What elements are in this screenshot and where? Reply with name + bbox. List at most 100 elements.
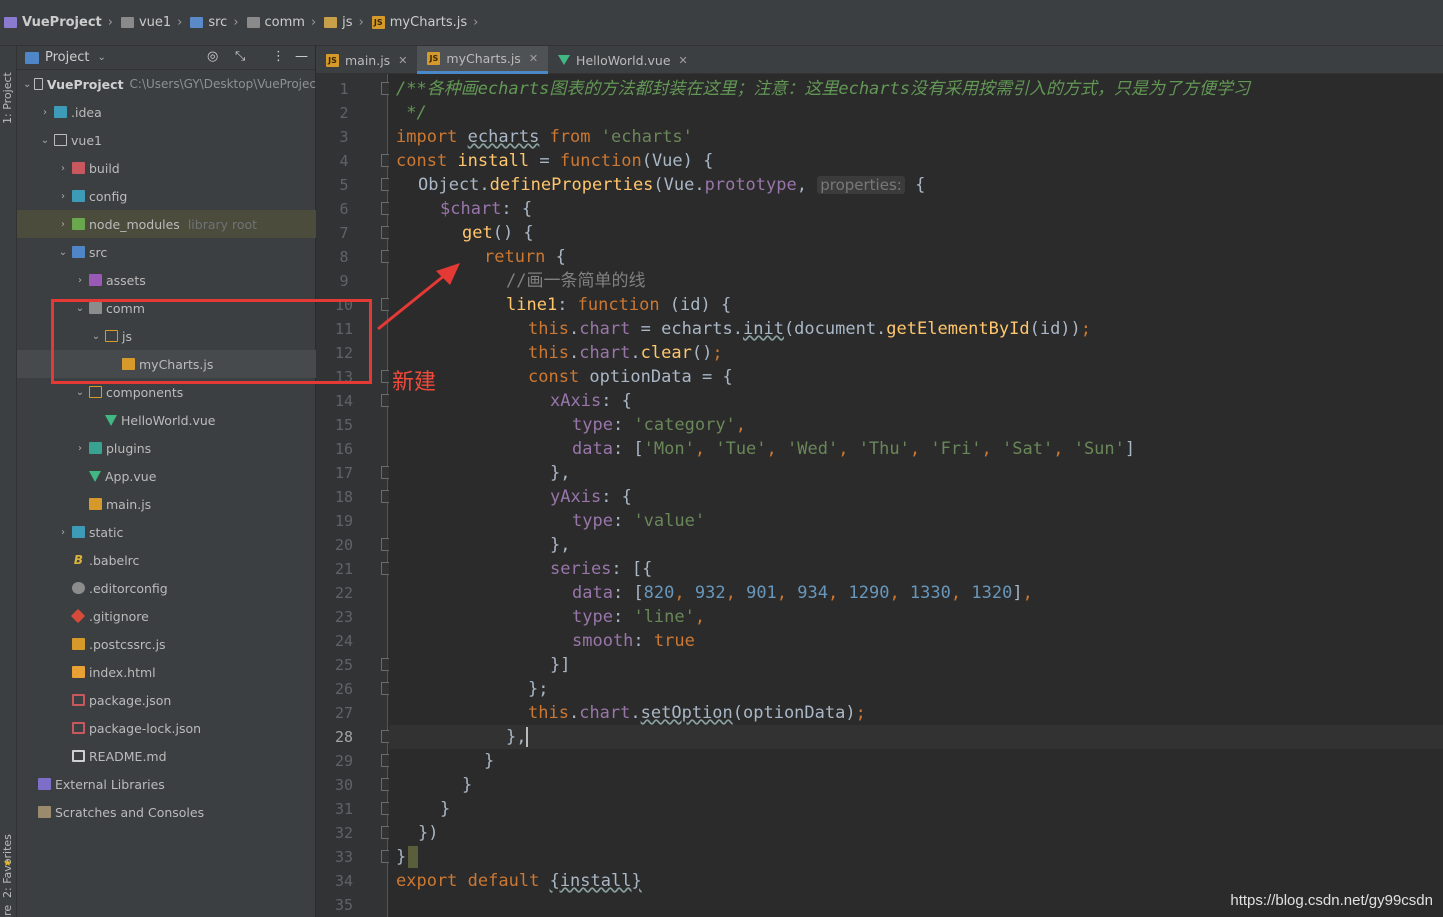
vue-file-icon [105, 414, 117, 426]
code-line-32: }) [418, 823, 439, 843]
hide-panel-icon[interactable]: — [295, 49, 308, 64]
chevron-down-icon[interactable]: ⌄ [97, 52, 105, 63]
line-number: 6 [339, 200, 349, 218]
project-view-icon [25, 51, 39, 64]
line-number: 3 [339, 128, 349, 146]
line-number: 1 [339, 80, 349, 98]
code-line-5: Object.defineProperties(Vue.prototype, p… [418, 175, 926, 195]
tab-helloworld-vue[interactable]: HelloWorld.vue ✕ [548, 46, 698, 74]
tree-item-build[interactable]: › build [17, 154, 316, 182]
tree-item-editorconfig[interactable]: .editorconfig [17, 574, 316, 602]
close-icon[interactable]: ✕ [679, 54, 688, 67]
tree-item-assets[interactable]: › assets [17, 266, 316, 294]
js-file-icon [89, 498, 102, 510]
tree-item-gitignore[interactable]: .gitignore [17, 602, 316, 630]
code-line-33: } [396, 845, 419, 869]
close-icon[interactable]: ✕ [529, 52, 538, 65]
chevron-right-icon: › [473, 15, 479, 30]
code-line-23: type: 'line', [572, 607, 706, 627]
options-menu-icon[interactable]: ⋮ [272, 49, 285, 64]
source-folder-icon [190, 17, 204, 28]
breadcrumb-file[interactable]: JS myCharts.js [371, 15, 467, 30]
folder-icon [72, 162, 85, 174]
star-icon: ★ [3, 858, 12, 869]
tree-item-package-json[interactable]: package.json [17, 686, 316, 714]
tree-item-app-vue[interactable]: App.vue [17, 462, 316, 490]
project-tool-tab[interactable]: 1: Project [1, 72, 14, 124]
parameter-hint: properties: [817, 176, 905, 194]
code-editor[interactable]: /**各种画echarts图表的方法都封装在这里；注意：这里echarts没有采… [389, 74, 1443, 917]
breadcrumb-js[interactable]: js [324, 15, 353, 30]
code-line-30: } [462, 775, 473, 795]
tree-item-helloworld[interactable]: HelloWorld.vue [17, 406, 316, 434]
tree-item-package-lock[interactable]: package-lock.json [17, 714, 316, 742]
folder-icon [34, 78, 43, 90]
line-number: 29 [334, 752, 354, 770]
annotation-label: 新建 [392, 370, 437, 395]
tree-item-external-libraries[interactable]: External Libraries [17, 770, 316, 798]
close-icon[interactable]: ✕ [398, 54, 407, 67]
tree-item-plugins[interactable]: › plugins [17, 434, 316, 462]
project-view-selector[interactable]: Project [45, 50, 89, 65]
code-line-21: series: [{ [550, 559, 653, 579]
code-line-34: export default {install} [396, 871, 642, 891]
line-number: 30 [334, 776, 354, 794]
code-line-10: line1: function (id) { [506, 295, 732, 315]
chevron-right-icon: › [107, 15, 113, 30]
markdown-file-icon [72, 750, 85, 762]
breadcrumb-project[interactable]: VueProject [4, 15, 102, 30]
line-number: 8 [339, 248, 349, 266]
line-number: 16 [334, 440, 354, 458]
line-number: 21 [334, 560, 354, 578]
line-number: 17 [334, 464, 354, 482]
line-number: 18 [334, 488, 354, 506]
tree-item-vue1[interactable]: ⌄ vue1 [17, 126, 316, 154]
collapse-all-icon[interactable]: ⤡ [235, 49, 245, 64]
tree-item-config[interactable]: › config [17, 182, 316, 210]
folder-icon [120, 17, 134, 28]
folder-icon [54, 134, 67, 146]
line-number: 34 [334, 872, 354, 890]
js-file-icon [72, 638, 85, 650]
breadcrumb-vue1[interactable]: vue1 [120, 15, 171, 30]
chevron-right-icon: › [61, 218, 65, 230]
code-line-22: data: [820, 932, 901, 934, 1290, 1330, 1… [572, 583, 1033, 603]
navigation-bar: VueProject › vue1 › src › comm › js › JS… [0, 0, 1443, 46]
code-line-19: type: 'value' [572, 511, 706, 531]
locate-icon[interactable]: ◎ [207, 49, 218, 64]
json-file-icon [72, 694, 85, 706]
line-number: 15 [334, 416, 354, 434]
tree-item-root[interactable]: ⌄ VueProject C:\Users\GY\Desktop\VueProj… [17, 70, 316, 98]
chevron-down-icon: ⌄ [58, 246, 68, 258]
tree-item-src[interactable]: ⌄ src [17, 238, 316, 266]
line-number: 20 [334, 536, 354, 554]
code-line-24: smooth: true [572, 631, 695, 651]
annotation-arrow [377, 263, 460, 331]
code-line-4: const install = function(Vue) { [396, 151, 714, 171]
tree-item-node-modules[interactable]: › node_modules library root [17, 210, 316, 238]
tree-item-scratches[interactable]: Scratches and Consoles [17, 798, 316, 826]
structure-tool-tab[interactable]: Structure [1, 905, 14, 917]
code-line-28: }, [506, 727, 529, 747]
breadcrumb-src[interactable]: src [190, 15, 227, 30]
code-line-15: type: 'category', [572, 415, 747, 435]
tab-mycharts-js[interactable]: JS myCharts.js ✕ [417, 46, 549, 74]
folder-icon [246, 17, 260, 28]
tree-item-main-js[interactable]: main.js [17, 490, 316, 518]
tree-item-postcssrc[interactable]: .postcssrc.js [17, 630, 316, 658]
tree-item-idea[interactable]: › .idea [17, 98, 316, 126]
line-number: 26 [334, 680, 354, 698]
tree-item-readme[interactable]: README.md [17, 742, 316, 770]
line-number: 32 [334, 824, 354, 842]
project-icon [4, 17, 17, 28]
folder-icon [72, 526, 85, 538]
code-line-8: return { [484, 247, 566, 267]
watermark: https://blog.csdn.net/gy99csdn [1230, 892, 1433, 909]
tree-item-babelrc[interactable]: B .babelrc [17, 546, 316, 574]
breadcrumb-comm[interactable]: comm [246, 15, 305, 30]
tree-item-index-html[interactable]: index.html [17, 658, 316, 686]
line-number: 2 [339, 104, 349, 122]
folder-icon [89, 386, 102, 398]
tree-item-static[interactable]: › static [17, 518, 316, 546]
tab-main-js[interactable]: JS main.js ✕ [316, 46, 417, 74]
